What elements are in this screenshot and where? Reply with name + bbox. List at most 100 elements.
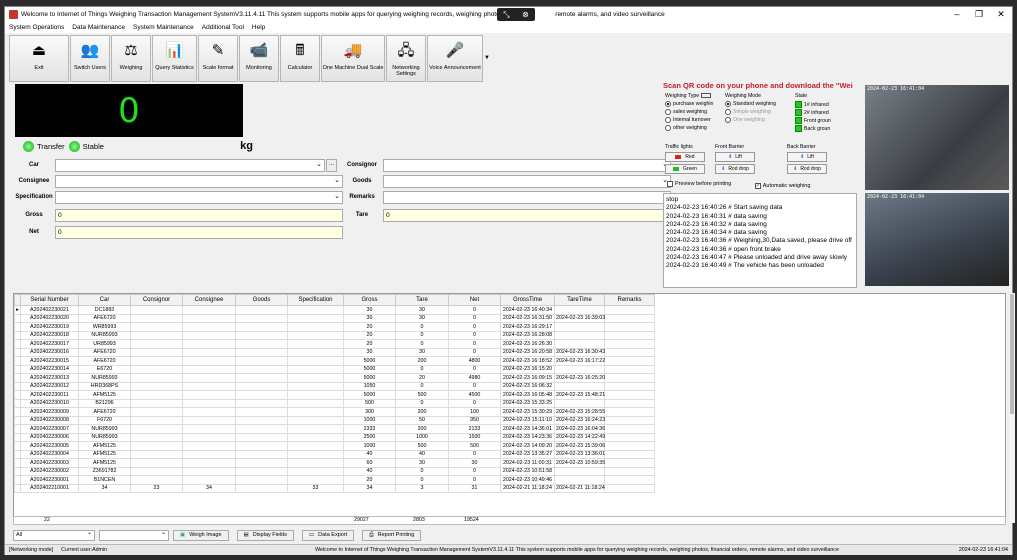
column-header[interactable]: Serial Number [20, 294, 79, 306]
table-row[interactable]: A202402230003 AFM5125 60 30 30 2024-02-23 11:… [14, 458, 655, 468]
consignor-select[interactable] [383, 158, 671, 172]
table-row[interactable]: A202402230009 AFE6720 300 200 100 2024-02-23 … [14, 407, 655, 417]
toolbar-button[interactable]: 🖧 Networking Settings [386, 35, 426, 82]
remarks-select[interactable] [383, 190, 671, 204]
close-button[interactable]: ✕ [990, 9, 1012, 20]
data-export-button[interactable]: ▭ Data Export [301, 529, 355, 541]
column-header[interactable]: Gross [343, 294, 396, 306]
toolbar-button[interactable]: ⚖ Weighing [111, 35, 151, 82]
goods-select[interactable] [383, 174, 671, 188]
event-log[interactable]: stop 2024-02-23 16:40:26 # Start saving d… [663, 193, 857, 288]
radio-option[interactable]: sales weighing [665, 109, 723, 115]
column-header[interactable]: Specification [287, 294, 344, 306]
column-header[interactable]: GrossTime [500, 294, 555, 306]
toolbar-button[interactable]: 📹 Monitoring [239, 35, 279, 82]
front-lift-button[interactable]: ⬆ Lift [715, 152, 755, 162]
table-row[interactable]: A202402230001 B1NCEN 20 0 0 2024-02-23 10:49:… [14, 475, 655, 485]
table-scrollbar[interactable] [1009, 293, 1015, 523]
table-row[interactable]: A202402230004 AFM5125 40 40 0 2024-02-23 13:3… [14, 449, 655, 459]
car-select[interactable] [55, 158, 325, 172]
column-header[interactable]: Car [78, 294, 131, 306]
table-row[interactable]: A202402230006 NUR85993 2500 1000 1500 2024-02… [14, 432, 655, 442]
radio-option[interactable]: Internal turnover [665, 117, 723, 123]
table-row[interactable]: ▸ A202402230021 DC1883 30 30 0 2024-02-23 16:4… [14, 305, 655, 315]
table-row[interactable]: A202402230010 B21296 500 0 0 2024-02-23 15:33… [14, 398, 655, 408]
expand-icon[interactable]: ⤡ [503, 10, 509, 20]
column-header[interactable]: Net [448, 294, 501, 306]
auto-weighing-checkbox[interactable]: ✓ Automatic weighing [754, 183, 810, 189]
table-row[interactable]: A202402230005 AFM5125 1000 500 500 2024-02-23… [14, 441, 655, 451]
camera-view-2[interactable]: 2024-02-23 16:41:04 [865, 193, 1009, 286]
menu-item[interactable]: Help [248, 24, 269, 31]
column-header[interactable]: Remarks [604, 294, 655, 306]
close-overlay-icon[interactable]: ⊗ [522, 10, 529, 19]
radio-option[interactable]: Simple weighing [725, 109, 793, 115]
red-light-button[interactable]: Red [665, 152, 705, 162]
table-row[interactable]: A202402230014 E6720 5000 0 0 2024-02-23 16:15… [14, 364, 655, 374]
column-header[interactable]: Tare [395, 294, 449, 306]
consignee-select[interactable] [55, 174, 343, 188]
camera-view-1[interactable]: 2024-02-23 16:41:04 [865, 85, 1009, 190]
table-row[interactable]: A202402230020 AFE6720 30 30 0 2024-02-23 16:3… [14, 313, 655, 323]
table-cell: 1000 [343, 441, 396, 451]
filter-select[interactable]: All [13, 529, 95, 541]
table-cell [287, 441, 344, 451]
toolbar-button[interactable]: 🎤 Voice Announcement [427, 35, 483, 82]
tare-field[interactable]: 0 [383, 208, 671, 222]
gross-field[interactable]: 0 [55, 208, 343, 222]
toolbar-overflow-icon[interactable]: ▼ [484, 35, 492, 84]
table-cell: A202402230007 [20, 424, 79, 434]
state-label: State [795, 93, 808, 99]
specification-select[interactable] [55, 190, 343, 204]
toolbar-button[interactable]: 🖩 Calculator [280, 35, 320, 82]
table-row[interactable]: A202402230008 F6720 1000 50 950 2024-02-23 15… [14, 415, 655, 425]
column-header[interactable]: Goods [235, 294, 288, 306]
toolbar-button[interactable]: ⏏ Exit [9, 35, 69, 82]
front-drop-button[interactable]: ⬇ Rod drop [715, 164, 755, 174]
toolbar-button[interactable]: ✎ Scale format [198, 35, 238, 82]
table-cell: A202402230015 [20, 356, 79, 366]
table-row[interactable]: A202402230018 NUR85993 20 0 0 2024-02-23 16:2… [14, 330, 655, 340]
table-row[interactable]: A202402230019 WR85993 20 0 0 2024-02-23 16:29… [14, 322, 655, 332]
toolbar-button[interactable]: 👥 Switch Users [70, 35, 110, 82]
toolbar-button[interactable]: 🚚 One Machine Dual Scale [321, 35, 385, 82]
toolbar-button[interactable]: 📊 Query Statistics [152, 35, 197, 82]
column-header[interactable]: Consignor [130, 294, 183, 306]
table-row[interactable]: A202402230007 NUR85993 2333 200 2133 2024-02-… [14, 424, 655, 434]
image-icon: ▣ [180, 532, 186, 538]
table-row[interactable]: A202402230015 AFE6720 5000 200 4800 2024-02-2… [14, 356, 655, 366]
weighing-mode-label: Weighing Mode [725, 93, 761, 99]
table-row[interactable]: A202402230002 Z3691782 40 0 0 2024-02-23 10:5… [14, 466, 655, 476]
column-header[interactable]: Consignee [182, 294, 236, 306]
table-row[interactable]: A202402230012 HRD368PS 1050 0 0 2024-02-23 16… [14, 381, 655, 391]
net-field[interactable]: 0 [55, 225, 343, 239]
table-row[interactable]: A202402210001 34 23 34 33 34 3 31 2024-02-21 11:… [14, 483, 655, 493]
car-more-button[interactable]: ... [326, 158, 337, 172]
minimize-button[interactable]: – [946, 9, 968, 20]
report-printing-button[interactable]: ⎙ Report Printing [362, 529, 422, 541]
maximize-button[interactable]: ❐ [968, 9, 990, 20]
radio-option[interactable]: other weighing [665, 125, 723, 131]
menu-item[interactable]: System Maintenance [129, 24, 198, 31]
secondary-filter-select[interactable] [99, 529, 169, 541]
radio-option[interactable]: Standard weighing [725, 101, 793, 107]
menu-item[interactable]: Additional Tool [198, 24, 248, 31]
weigh-image-button[interactable]: ▣ Weigh Image [173, 529, 229, 541]
table-row[interactable]: A202402230011 AFM5125 5000 500 4500 2024-02-2… [14, 390, 655, 400]
back-drop-button[interactable]: ⬇ Rod drop [787, 164, 827, 174]
records-table[interactable]: Serial Number Car Consignor Consignee Goods S… [13, 293, 1006, 523]
display-fields-button[interactable]: ▤ Display Fields [236, 529, 294, 541]
overlay-controls[interactable]: ⤡ ⊗ [497, 8, 535, 21]
back-lift-button[interactable]: ⬆ Lift [787, 152, 827, 162]
table-cell: 1500 [448, 432, 501, 442]
menu-item[interactable]: System Operations [5, 24, 68, 31]
green-light-button[interactable]: Green [665, 164, 705, 174]
radio-option[interactable]: purchase weighin [665, 101, 723, 107]
table-row[interactable]: A202402230016 AFE6720 30 30 0 2024-02-23 16:2… [14, 347, 655, 357]
table-row[interactable]: A202402230017 UR85993 20 0 0 2024-02-23 16:26… [14, 339, 655, 349]
radio-option[interactable]: One weighing [725, 117, 793, 123]
table-row[interactable]: A202402230013 NUR85993 5000 20 4980 2024-02-2… [14, 373, 655, 383]
column-header[interactable]: TareTime [554, 294, 605, 306]
preview-checkbox[interactable]: Preview before printing [667, 181, 731, 187]
menu-item[interactable]: Data Maintenance [68, 24, 129, 31]
